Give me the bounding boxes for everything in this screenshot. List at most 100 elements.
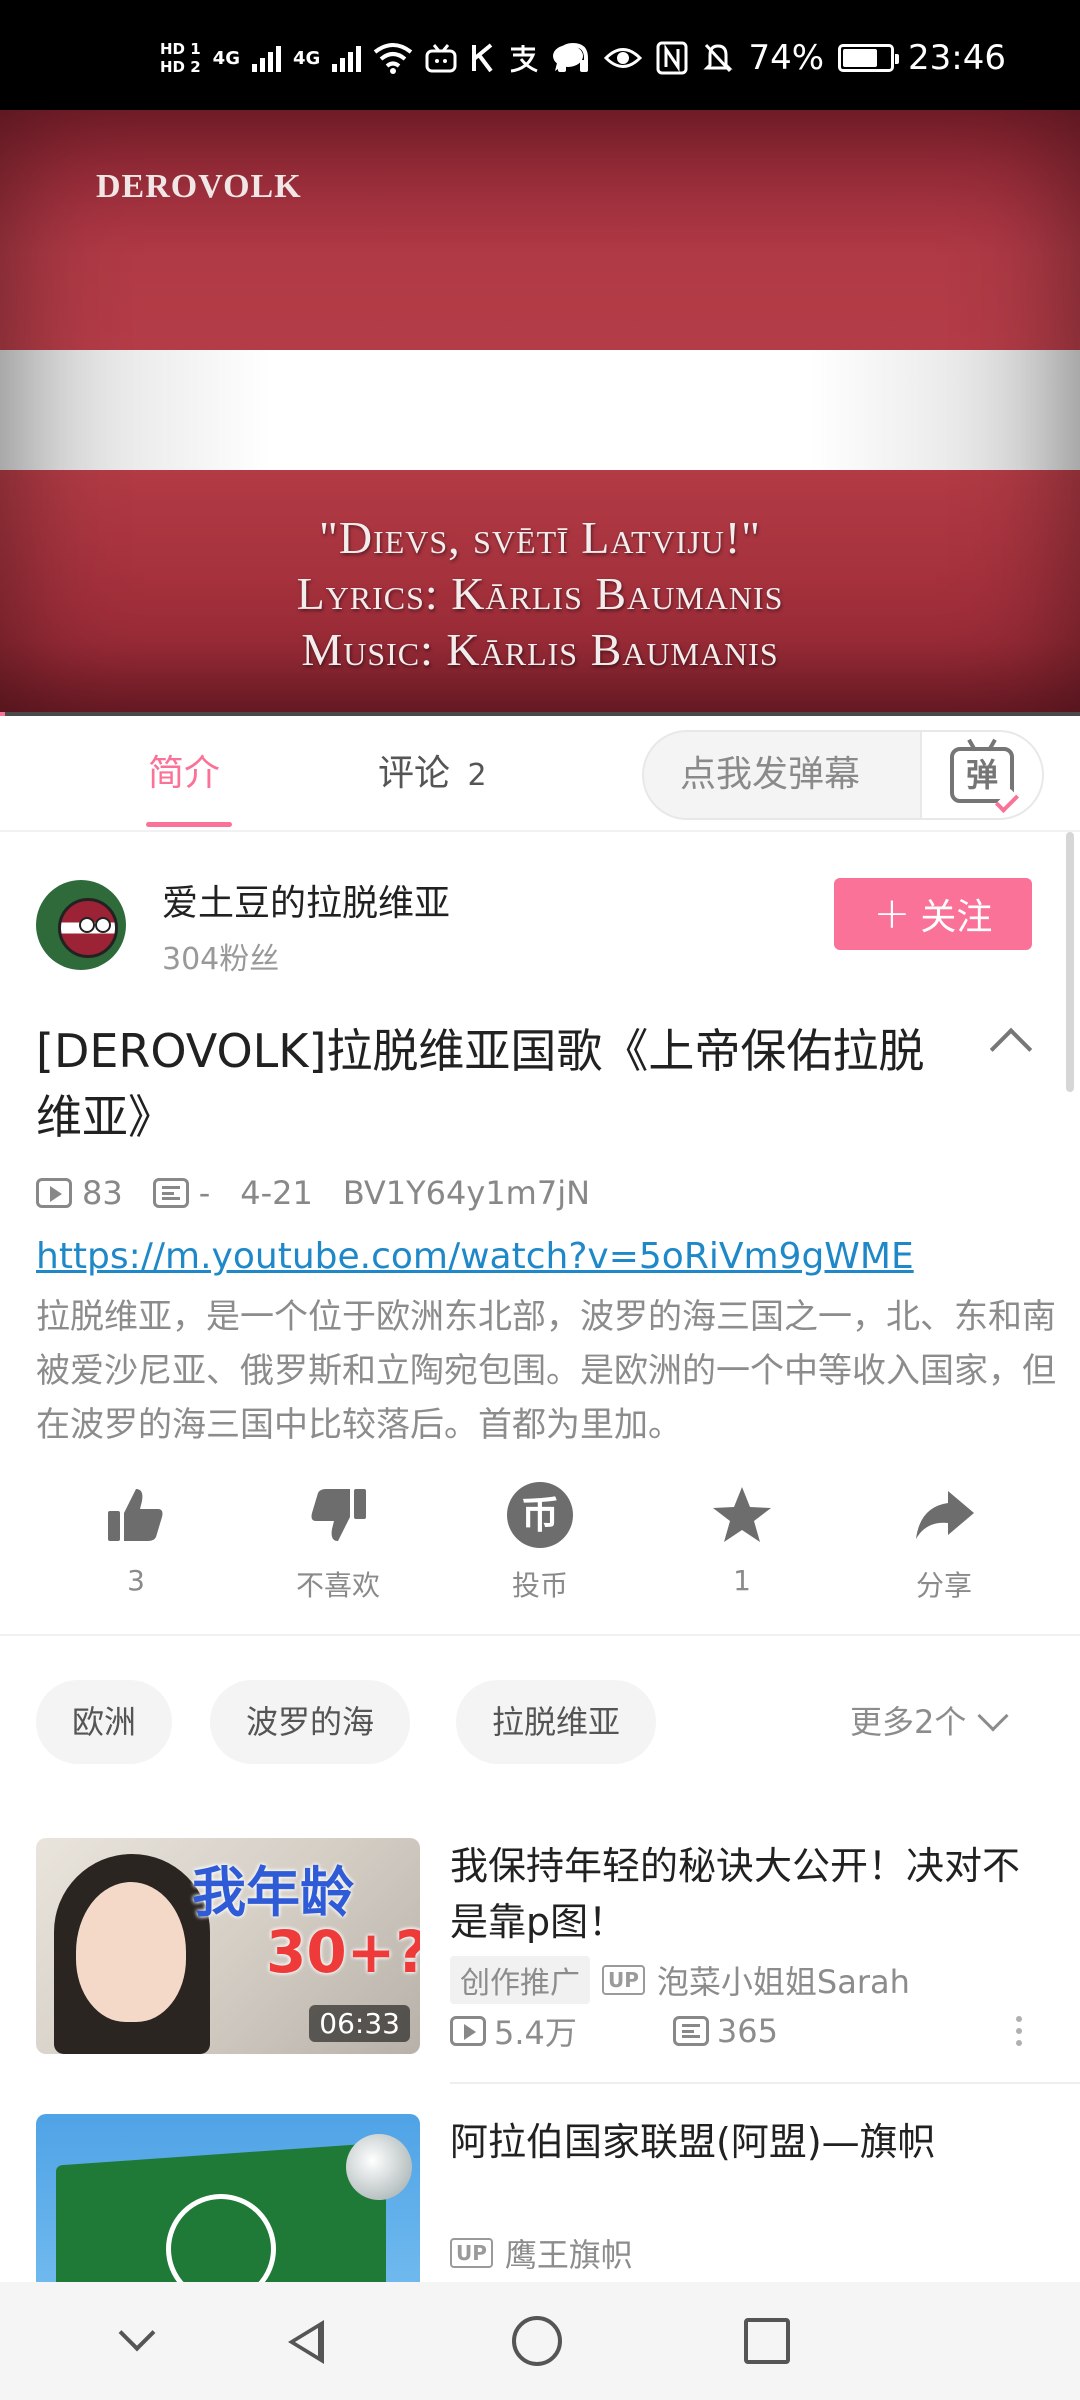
video-caption-line2: Lyrics: Kārlis Baumanis xyxy=(296,568,784,619)
headphones-icon xyxy=(558,42,589,72)
rec-stats-row: 5.4万 365 xyxy=(450,2008,778,2054)
video-caption: "Dievs, svētī Latviju!" Lyrics: Kārlis B… xyxy=(0,510,1080,678)
video-caption-line3: Music: Kārlis Baumanis xyxy=(301,624,779,675)
scrollbar[interactable] xyxy=(1066,832,1074,1092)
like-count: 3 xyxy=(127,1564,145,1597)
coin-glyph: 币 xyxy=(507,1482,573,1548)
follow-button[interactable]: + 关注 xyxy=(834,878,1032,950)
tab-intro[interactable]: 简介 xyxy=(148,716,220,832)
recommendation-card[interactable]: 我年龄 30+? 06:33 我保持年轻的秘诀大公开！决对不是靠p图！ 创作推广… xyxy=(0,1838,1080,2078)
dislike-button[interactable]: 不喜欢 xyxy=(258,1480,418,1604)
battery-percent: 74% xyxy=(748,38,825,78)
tab-comments-count: 2 xyxy=(467,758,487,793)
coin-button[interactable]: 币 投币 xyxy=(460,1480,620,1604)
status-bar: HD 1 HD 2 4G 4G 74% 23:46 xyxy=(0,0,1080,110)
thumbs-up-icon xyxy=(101,1480,171,1550)
more-options-icon[interactable] xyxy=(1016,2016,1026,2046)
tag-baltic[interactable]: 波罗的海 xyxy=(210,1680,411,1764)
rec-danmaku: 365 xyxy=(716,2012,778,2050)
hd-indicator: HD 1 HD 2 xyxy=(160,40,201,76)
nav-collapse-icon[interactable] xyxy=(110,2314,166,2370)
nav-recents-icon[interactable] xyxy=(744,2318,790,2364)
mute-icon xyxy=(703,43,734,73)
network2-label: 4G xyxy=(292,47,321,69)
eye-icon xyxy=(604,48,643,68)
alipay-icon xyxy=(511,45,538,73)
favorite-button[interactable]: 1 xyxy=(662,1480,822,1597)
view-count: 83 xyxy=(82,1174,123,1212)
rec-title[interactable]: 我保持年轻的秘诀大公开！决对不是靠p图！ xyxy=(450,1838,1050,1950)
share-arrow-icon xyxy=(909,1480,979,1550)
rec-uploader[interactable]: 泡菜小姐姐Sarah xyxy=(657,1957,910,2003)
description-link[interactable]: https://m.youtube.com/watch?v=5oRiVm9gWM… xyxy=(36,1236,914,1277)
danmu-icon-char: 弹 xyxy=(965,756,998,794)
rec-uploader-row: UP 鹰王旗帜 xyxy=(450,2230,633,2276)
rec-title[interactable]: 阿拉伯国家联盟(阿盟)—旗帜 xyxy=(450,2114,1050,2170)
avatar-countryball xyxy=(58,898,118,958)
coin-label: 投币 xyxy=(511,1569,568,1602)
status-left: HD 1 HD 2 4G 4G xyxy=(160,36,585,80)
play-count-icon xyxy=(36,1178,72,1208)
share-label: 分享 xyxy=(915,1569,972,1602)
battery-icon xyxy=(838,44,900,72)
chevron-down-icon xyxy=(977,1700,1009,1732)
danmu-toggle-button[interactable]: 弹 xyxy=(920,732,1042,818)
thumb-person-face xyxy=(76,1882,186,2022)
play-count-icon xyxy=(450,2016,486,2046)
k-icon xyxy=(472,43,493,73)
share-button[interactable]: 分享 xyxy=(864,1480,1024,1604)
nav-back-icon[interactable] xyxy=(280,2314,336,2370)
tab-comments[interactable]: 评论 2 xyxy=(378,716,487,832)
network1-label: 4G xyxy=(212,47,240,69)
follow-label: 关注 xyxy=(920,897,993,938)
thumb-caption-1: 我年龄 xyxy=(192,1861,354,1924)
wifi-icon xyxy=(374,43,413,74)
thumbs-down-icon xyxy=(303,1480,373,1550)
like-button[interactable]: 3 xyxy=(56,1480,216,1597)
status-right: 74% 23:46 xyxy=(556,36,1006,80)
video-meta: 83 - 4-21 BV1Y64y1m7jN xyxy=(36,1168,590,1218)
rec-uploader[interactable]: 鹰王旗帜 xyxy=(505,2230,633,2276)
action-bar: 3 不喜欢 币 投币 1 分享 xyxy=(0,1480,1080,1610)
collapse-chevron-icon[interactable] xyxy=(989,1027,1033,1071)
up-badge-icon: UP xyxy=(450,2238,493,2268)
video-caption-line1: "Dievs, svētī Latviju!" xyxy=(319,512,761,563)
uploader-avatar[interactable] xyxy=(36,880,126,970)
more-tags-label: 更多2个 xyxy=(850,1703,967,1741)
rec-uploader-row: 创作推广 UP 泡菜小姐姐Sarah xyxy=(450,1956,910,2004)
clock: 23:46 xyxy=(908,38,1006,78)
video-title: [DEROVOLK]拉脱维亚国歌《上帝保佑拉脱维亚》 xyxy=(36,1024,925,1144)
uploader-fans: 304粉丝 xyxy=(162,942,280,977)
rec-views: 5.4万 xyxy=(494,2014,577,2052)
promo-badge: 创作推广 xyxy=(450,1956,590,2004)
section-divider xyxy=(0,1634,1080,1636)
favorite-count: 1 xyxy=(733,1564,751,1597)
battery-fill xyxy=(843,49,878,67)
tab-bar: 简介 评论 2 点我发弹幕 弹 xyxy=(0,716,1080,832)
coin-icon: 币 xyxy=(505,1480,575,1550)
nav-home-icon[interactable] xyxy=(512,2316,562,2366)
video-description: 拉脱维亚，是一个位于欧洲东北部，波罗的海三国之一，北、东和南被爱沙尼亚、俄罗斯和… xyxy=(36,1297,1056,1445)
danmu-input[interactable]: 点我发弹幕 xyxy=(680,732,860,818)
danmaku-count-icon xyxy=(152,1178,189,1208)
signal-icon xyxy=(251,44,281,72)
publish-date: 4-21 xyxy=(240,1174,313,1212)
rec-thumbnail[interactable]: 我年龄 30+? 06:33 xyxy=(36,1838,420,2054)
signal-icon xyxy=(332,44,362,72)
tv-icon xyxy=(425,44,457,73)
uploader-name[interactable]: 爱土豆的拉脱维亚 xyxy=(162,874,450,926)
video-logo: DEROVOLK xyxy=(96,168,302,205)
danmu-input-box: 点我发弹幕 弹 xyxy=(642,730,1044,820)
more-tags-button[interactable]: 更多2个 xyxy=(850,1680,1009,1764)
danmu-icon: 弹 xyxy=(950,747,1020,814)
rec-divider xyxy=(450,2082,1080,2084)
thumb-caption-2: 30+? xyxy=(266,1918,420,1986)
tag-europe[interactable]: 欧洲 xyxy=(36,1680,173,1764)
danmaku-count-icon xyxy=(672,2016,709,2046)
plus-icon: + xyxy=(873,888,911,939)
video-player[interactable]: DEROVOLK "Dievs, svētī Latviju!" Lyrics:… xyxy=(0,110,1080,716)
tab-comments-label: 评论 xyxy=(378,753,451,794)
tag-latvia[interactable]: 拉脱维亚 xyxy=(456,1680,657,1764)
avatar-eye-left xyxy=(79,917,95,933)
star-icon xyxy=(707,1480,777,1550)
